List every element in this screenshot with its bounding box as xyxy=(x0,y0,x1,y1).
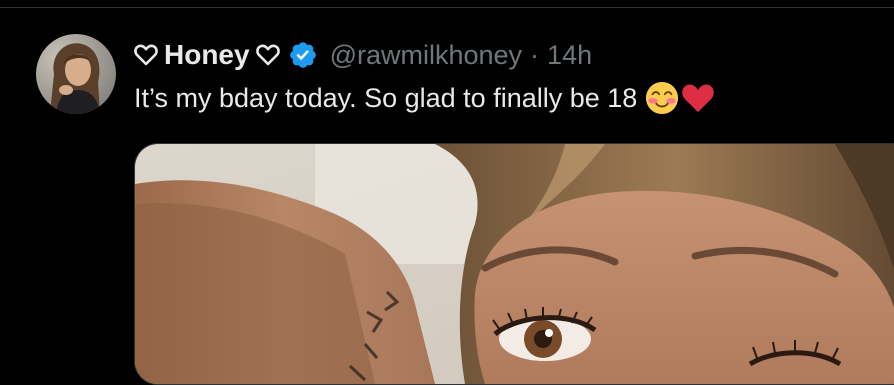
heart-outline-icon xyxy=(134,44,158,66)
author-avatar[interactable] xyxy=(36,34,116,114)
author-display-name[interactable]: Honey xyxy=(134,39,280,71)
smiling-face-with-blush-emoji xyxy=(646,81,679,115)
author-name-text: Honey xyxy=(164,39,250,70)
tweet-text: It’s my bday today. So glad to finally b… xyxy=(134,81,715,115)
header-separator: · xyxy=(530,39,540,70)
tweet-header: Honey @rawmilkhoney · 14h xyxy=(134,36,592,74)
tweet-media-photo[interactable] xyxy=(134,143,894,385)
tweet-text-body: It’s my bday today. So glad to finally b… xyxy=(134,82,638,113)
verified-badge-icon[interactable] xyxy=(288,40,318,70)
timeline-divider xyxy=(0,0,894,8)
avatar-image xyxy=(36,34,116,114)
heart-outline-icon xyxy=(255,44,280,66)
author-handle[interactable]: @rawmilkhoney xyxy=(330,40,522,71)
tweet-timestamp[interactable]: 14h xyxy=(547,40,592,71)
photo-image xyxy=(135,144,894,384)
red-heart-emoji xyxy=(682,84,715,113)
